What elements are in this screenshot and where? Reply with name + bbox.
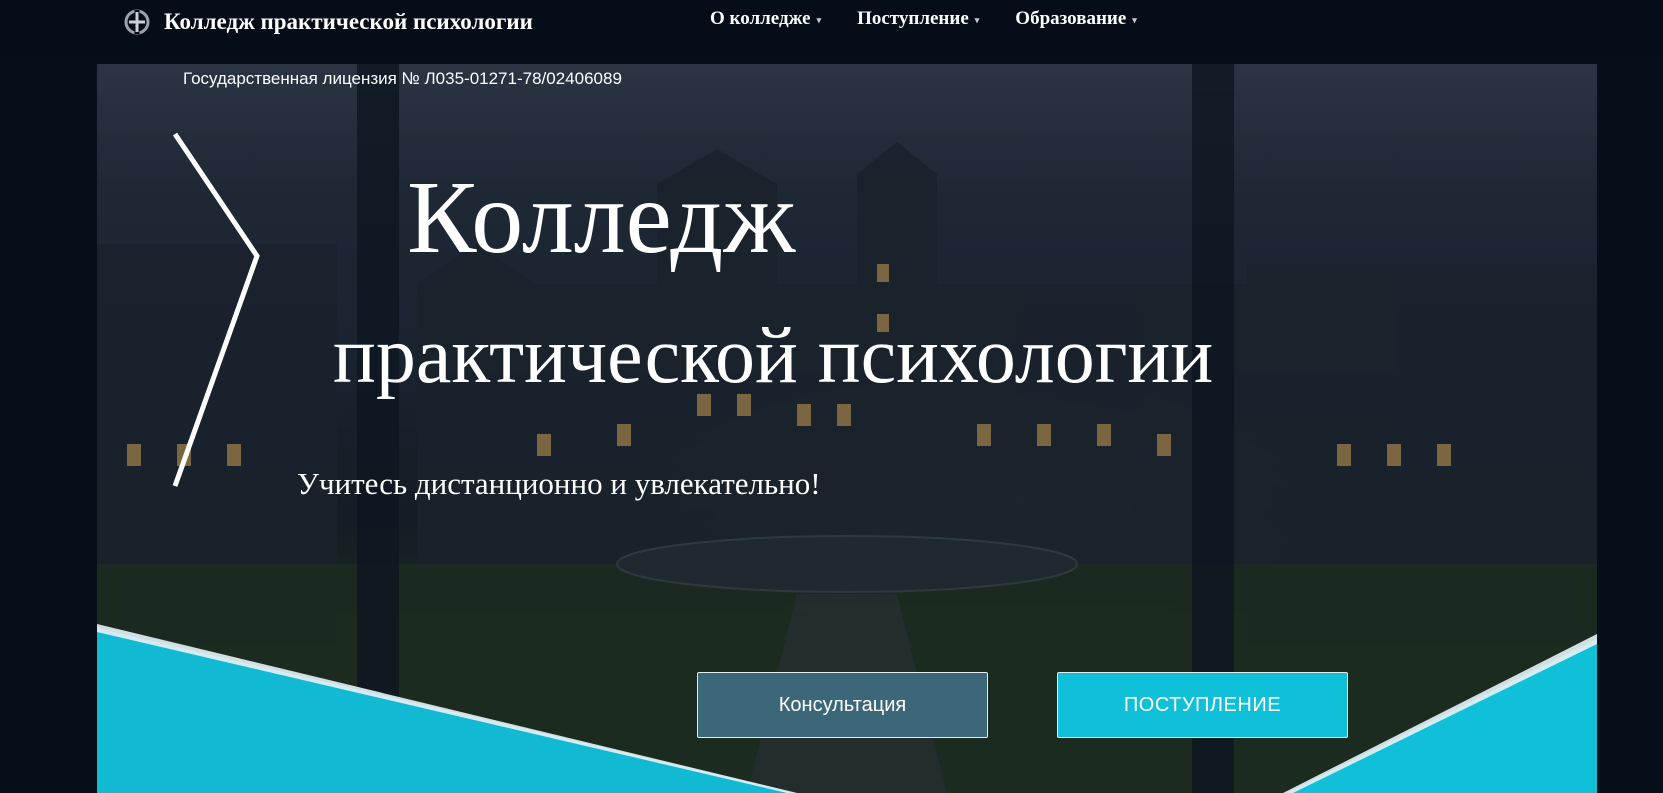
main-nav: О колледже ▾ Поступление ▾ Образование ▾ <box>710 8 1137 30</box>
hero-title-line1: Колледж <box>407 160 796 275</box>
nav-about-college[interactable]: О колледже ▾ <box>710 8 821 30</box>
chevron-down-icon: ▾ <box>974 14 980 25</box>
nav-education-label: Образование <box>1015 8 1127 29</box>
nav-admission-label: Поступление <box>857 8 969 29</box>
brand-link[interactable]: Колледж практической психологии <box>124 6 533 38</box>
site-header: Колледж практической психологии О коллед… <box>0 0 1663 60</box>
nav-admission[interactable]: Поступление ▾ <box>857 8 979 30</box>
hero-subtitle: Учитесь дистанционно и увлекательно! <box>297 466 821 501</box>
chevron-down-icon: ▾ <box>1132 14 1137 25</box>
hero-title-line2: практической психологии <box>333 312 1214 400</box>
nav-education[interactable]: Образование ▾ <box>1015 8 1137 30</box>
admission-button[interactable]: ПОСТУПЛЕНИЕ <box>1057 672 1348 738</box>
consultation-button[interactable]: Консультация <box>697 672 988 738</box>
license-text: Государственная лицензия № Л035-01271-78… <box>183 69 622 88</box>
chevron-down-icon: ▾ <box>816 14 822 25</box>
brand-logo-icon <box>124 9 150 35</box>
hero-section: Государственная лицензия № Л035-01271-78… <box>97 64 1597 793</box>
brand-name: Колледж практической психологии <box>164 9 533 34</box>
nav-about-college-label: О колледже <box>710 8 811 29</box>
